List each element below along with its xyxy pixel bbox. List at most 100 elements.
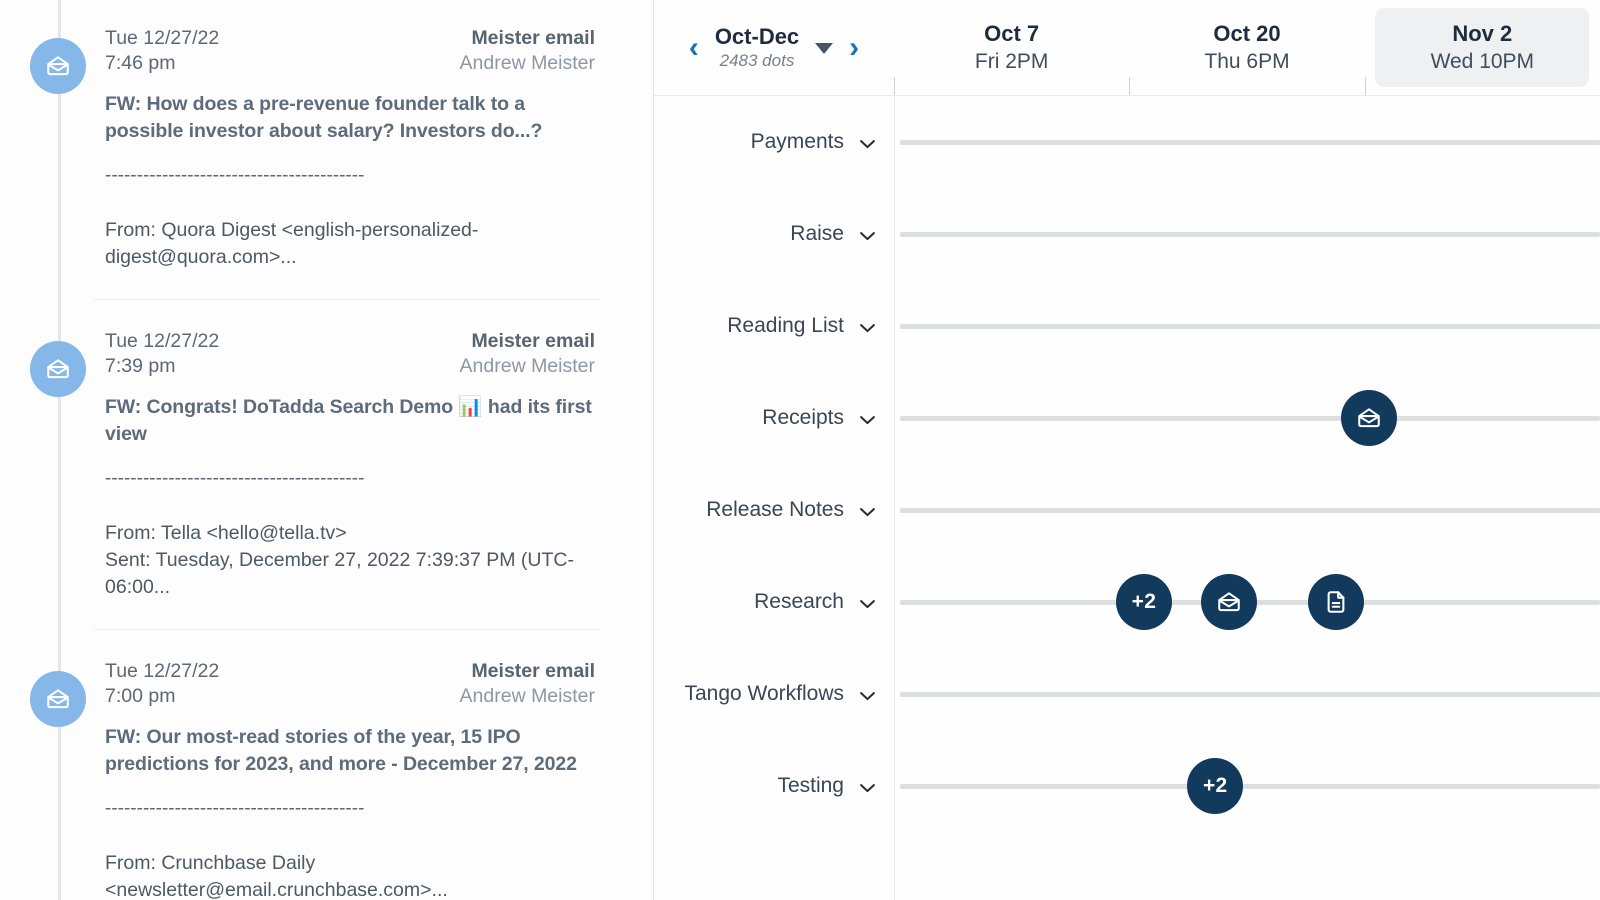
timeline-row-label[interactable]: Receipts (654, 405, 894, 431)
column-date: Nov 2 (1452, 21, 1513, 46)
column-tick (894, 77, 895, 95)
row-rail (900, 783, 1600, 789)
row-rail (900, 231, 1600, 237)
email-card[interactable]: Tue 12/27/22 7:46 pm Meister email Andrew M… (0, 0, 653, 300)
email-time: 7:46 pm (105, 52, 176, 74)
email-person: Andrew Meister (459, 355, 595, 377)
email-person: Andrew Meister (459, 685, 595, 707)
timeline-row-label[interactable]: Reading List (654, 313, 894, 339)
row-label-text: Tango Workflows (684, 682, 844, 705)
timeline-dot-open-envelope[interactable] (1341, 390, 1398, 446)
timeline-body: Payments Raise Reading List Receipts Release… (654, 96, 1600, 900)
row-rail (900, 507, 1600, 513)
chevron-down-icon[interactable] (859, 689, 876, 701)
chevron-down-icon[interactable] (859, 321, 876, 333)
timeline-range-nav: ‹ Oct-Dec 2483 dots › (654, 0, 894, 95)
email-source: Meister email (471, 660, 595, 682)
chevron-down-icon[interactable] (859, 137, 876, 149)
row-rail (900, 691, 1600, 697)
row-label-text: Raise (790, 222, 844, 245)
timeline-row: Payments (654, 96, 1600, 188)
row-rail (900, 415, 1600, 421)
email-preview-line: From: Crunchbase Daily <newsletter@email… (105, 852, 448, 900)
email-preview: From: Crunchbase Daily <newsletter@email… (105, 850, 595, 900)
row-rail (900, 323, 1600, 329)
timeline-row-label[interactable]: Research (654, 589, 894, 615)
timeline-row-track[interactable] (894, 188, 1600, 280)
row-rail (900, 139, 1600, 145)
email-divider-line: ----------------------------------------… (105, 165, 365, 186)
email-source: Meister email (471, 27, 595, 49)
open-envelope-icon (30, 38, 86, 94)
column-time: Thu 6PM (1204, 50, 1290, 73)
email-preview-line: From: Quora Digest <english-personalized… (105, 219, 479, 268)
email-card[interactable]: Tue 12/27/22 7:00 pm Meister email Andrew M… (0, 630, 653, 900)
dot-count-label: +2 (1202, 774, 1228, 797)
column-time: Wed 10PM (1430, 50, 1535, 73)
timeline-panel: ‹ Oct-Dec 2483 dots › Oct 7 Fri 2PM Oct 20… (654, 0, 1600, 900)
timeline-row-track[interactable] (894, 464, 1600, 556)
timeline-dot-document[interactable] (1307, 574, 1364, 630)
timeline-row: Reading List (654, 280, 1600, 372)
range-dot-count: 2483 dots (719, 50, 795, 70)
timeline-row-track[interactable]: +2 (894, 740, 1600, 832)
row-label-text: Research (754, 590, 844, 613)
email-card[interactable]: Tue 12/27/22 7:39 pm Meister email Andrew M… (0, 300, 653, 630)
open-envelope-icon (30, 671, 86, 727)
column-tick (1364, 77, 1366, 95)
timeline-header: ‹ Oct-Dec 2483 dots › Oct 7 Fri 2PM Oct 20… (654, 0, 1600, 96)
timeline-row: Receipts (654, 372, 1600, 464)
email-subject[interactable]: FW: Our most-read stories of the year, 1… (105, 724, 595, 778)
open-envelope-icon (30, 341, 86, 397)
email-preview: From: Tella <hello@tella.tv> Sent: Tuesda… (105, 520, 595, 601)
timeline-row-label[interactable]: Raise (654, 221, 894, 247)
timeline-column-header[interactable]: Oct 20 Thu 6PM (1129, 0, 1364, 95)
column-time: Fri 2PM (974, 50, 1049, 73)
chevron-down-icon[interactable] (859, 781, 876, 793)
email-list: Tue 12/27/22 7:46 pm Meister email Andrew M… (0, 0, 653, 900)
row-label-text: Payments (750, 130, 844, 153)
timeline-dot-open-envelope[interactable] (1201, 574, 1258, 630)
email-subject[interactable]: FW: Congrats! DoTadda Search Demo 📊 had … (105, 394, 595, 448)
chevron-down-icon[interactable] (859, 505, 876, 517)
timeline-row-track[interactable] (894, 280, 1600, 372)
range-title[interactable]: Oct-Dec (715, 24, 799, 50)
email-time: 7:00 pm (105, 685, 176, 707)
email-person: Andrew Meister (459, 52, 595, 74)
chevron-down-icon[interactable] (859, 413, 876, 425)
email-divider-line: ----------------------------------------… (105, 468, 365, 489)
chevron-down-icon[interactable] (859, 597, 876, 609)
timeline-row-label[interactable]: Tango Workflows (654, 681, 894, 707)
timeline-row-label[interactable]: Payments (654, 129, 894, 155)
timeline-dot-group[interactable]: +2 (1187, 758, 1244, 814)
timeline-row: Research +2 (654, 556, 1600, 648)
email-list-panel: Tue 12/27/22 7:46 pm Meister email Andrew M… (0, 0, 654, 900)
timeline-row-track[interactable] (894, 648, 1600, 740)
chart-emoji: 📊 (458, 396, 483, 418)
dot-count-label: +2 (1131, 590, 1157, 613)
column-date: Oct 7 (984, 21, 1040, 46)
email-preview: From: Quora Digest <english-personalized… (105, 217, 595, 271)
timeline-row-label[interactable]: Release Notes (654, 497, 894, 523)
timeline-dot-group[interactable]: +2 (1115, 574, 1172, 630)
chevron-down-icon[interactable] (859, 229, 876, 241)
timeline-row: Release Notes (654, 464, 1600, 556)
prev-range-button[interactable]: ‹ (687, 32, 701, 63)
timeline-row-label[interactable]: Testing (654, 773, 894, 799)
timeline-column-header[interactable]: Oct 7 Fri 2PM (894, 0, 1129, 95)
timeline-row: Testing +2 (654, 740, 1600, 832)
timeline-column-header[interactable]: Nov 2 Wed 10PM (1364, 0, 1600, 95)
email-date: Tue 12/27/22 (105, 330, 220, 352)
timeline-row-track[interactable]: +2 (894, 556, 1600, 648)
timeline-row-track[interactable] (894, 372, 1600, 464)
app-root: Tue 12/27/22 7:46 pm Meister email Andrew M… (0, 0, 1600, 900)
timeline-row: Raise (654, 188, 1600, 280)
email-subject[interactable]: FW: How does a pre-revenue founder talk … (105, 91, 595, 145)
next-range-button[interactable]: › (847, 32, 861, 63)
email-preview-line: From: Tella <hello@tella.tv> (105, 522, 347, 544)
caret-down-icon[interactable] (815, 43, 834, 54)
row-label-text: Receipts (762, 406, 844, 429)
timeline-row: Tango Workflows (654, 648, 1600, 740)
timeline-row-track[interactable] (894, 96, 1600, 188)
row-label-text: Reading List (727, 314, 844, 337)
